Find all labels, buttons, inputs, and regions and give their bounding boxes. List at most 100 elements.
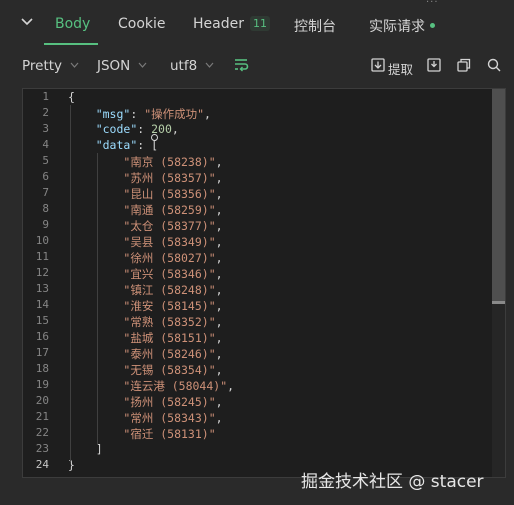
- type-select[interactable]: JSON: [97, 58, 147, 74]
- code-token: "盐城 (58151)": [123, 331, 216, 345]
- code-token: ,: [215, 299, 223, 313]
- code-token: :: [130, 107, 145, 121]
- code-line: "苏州 (58357)",: [68, 170, 223, 186]
- watermark: 掘金技术社区 @ stacer: [301, 472, 484, 492]
- line-number: 12: [35, 266, 49, 279]
- code-token: ,: [215, 219, 223, 233]
- code-line: "连云港 (58044)",: [68, 378, 234, 394]
- line-number: 19: [35, 378, 49, 391]
- code-token: ,: [171, 122, 179, 136]
- line-number: 20: [35, 394, 49, 407]
- code-line: "镇江 (58248)",: [68, 282, 223, 298]
- code-line: "msg": "操作成功",: [68, 106, 211, 122]
- code-line: "宿迁 (58131)": [68, 426, 215, 442]
- line-number: 8: [42, 202, 49, 215]
- code-line: "南京 (58238)",: [68, 154, 223, 170]
- code-token: "南通 (58259)": [123, 203, 216, 217]
- code-line: "南通 (58259)",: [68, 202, 222, 218]
- extract-icon[interactable]: [370, 57, 386, 73]
- line-number: 10: [35, 234, 49, 247]
- wrap-lines-icon[interactable]: [232, 55, 250, 73]
- text-cursor: [151, 134, 158, 141]
- encoding-select[interactable]: utf8: [170, 58, 214, 74]
- chevron-down-icon: [70, 62, 79, 68]
- code-line: "宜兴 (58346)",: [68, 266, 222, 282]
- line-number: 15: [35, 314, 49, 327]
- scrollbar[interactable]: [492, 89, 505, 477]
- collapse-chevron-icon[interactable]: [20, 15, 34, 29]
- response-body-editor[interactable]: 1 2 3 4 5 6 7 8 9 10 11 12 13 14 15 16 17 18 19 20 21 22 23 24 …: [22, 88, 506, 478]
- code-line: "淮安 (58145)",: [68, 298, 223, 314]
- download-icon[interactable]: [426, 57, 442, 73]
- indent-guide: [97, 153, 98, 445]
- code-line: "吴县 (58349)",: [68, 234, 222, 250]
- code-token: ,: [215, 363, 223, 377]
- line-number: 13: [35, 282, 49, 295]
- code-token: "镇江 (58248)": [123, 283, 216, 297]
- code-token: :: [137, 122, 152, 136]
- code-line: "常州 (58343)",: [68, 410, 222, 426]
- line-number: 17: [35, 346, 49, 359]
- line-number: 3: [42, 122, 49, 135]
- code-token: "无锡 (58354)": [123, 363, 216, 377]
- tab-actual-request-label: 实际请求: [369, 19, 425, 35]
- code-token: ,: [215, 171, 223, 185]
- format-select[interactable]: Pretty: [22, 58, 79, 74]
- code-token: ,: [204, 107, 211, 121]
- code-token: "操作成功": [144, 107, 205, 121]
- code-token: ,: [215, 187, 223, 201]
- line-number: 11: [35, 250, 49, 263]
- scrollbar-thumb[interactable]: [492, 89, 505, 301]
- tab-body[interactable]: Body: [55, 16, 90, 32]
- code-token: "扬州 (58245)": [123, 395, 216, 409]
- copy-icon[interactable]: [456, 57, 472, 73]
- tab-cookie[interactable]: Cookie: [118, 16, 166, 32]
- encoding-select-value: utf8: [170, 58, 198, 74]
- tab-header[interactable]: Header 11: [193, 16, 270, 32]
- code-token: "msg": [95, 107, 131, 121]
- code-line: "常熟 (58352)",: [68, 314, 222, 330]
- code-line: "data": [: [68, 138, 158, 152]
- tab-console[interactable]: 控制台: [294, 16, 336, 36]
- line-number: 23: [35, 442, 49, 455]
- code-token: "淮安 (58145)": [123, 299, 216, 313]
- code-token: "太仓 (58377)": [123, 219, 216, 233]
- code-token: "code": [95, 122, 138, 136]
- line-number: 2: [42, 106, 49, 119]
- code-token: "常熟 (58352)": [123, 315, 216, 329]
- code-token: "宜兴 (58346)": [123, 267, 216, 281]
- line-number: 16: [35, 330, 49, 343]
- code-token: ,: [215, 155, 223, 169]
- search-icon[interactable]: [486, 57, 502, 73]
- tab-actual-request[interactable]: 实际请求: [369, 16, 435, 36]
- line-number: 1: [42, 90, 49, 103]
- code-token: ,: [215, 283, 223, 297]
- line-number: 14: [35, 298, 49, 311]
- extract-button[interactable]: 提取: [388, 59, 413, 78]
- code-token: "昆山 (58356)": [123, 187, 216, 201]
- line-number: 18: [35, 362, 49, 375]
- format-select-value: Pretty: [22, 58, 63, 74]
- code-line: "code": 200,: [68, 122, 179, 136]
- code-token: ,: [215, 395, 223, 409]
- line-number: 5: [42, 154, 49, 167]
